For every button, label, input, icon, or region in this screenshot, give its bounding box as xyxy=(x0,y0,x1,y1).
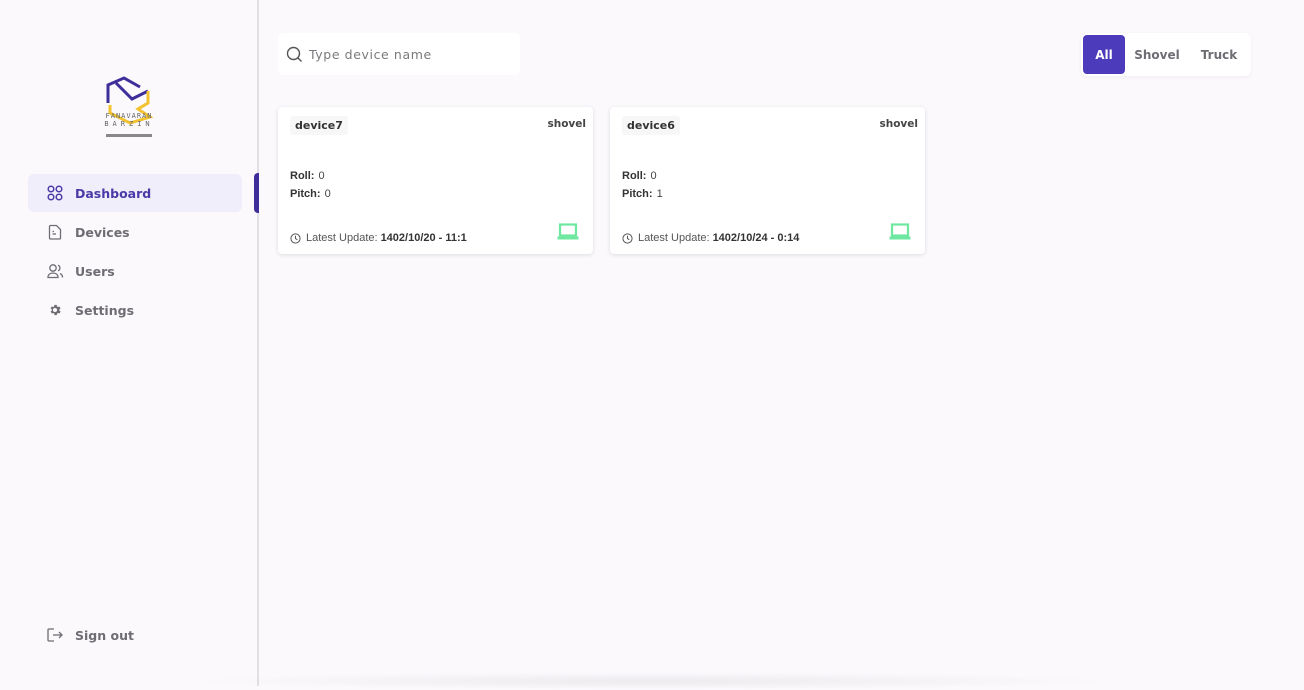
pitch-stat: Pitch: 1 xyxy=(622,188,663,200)
brand-name: FANAVARAN BARZIN xyxy=(104,112,154,128)
update-timestamp: 1402/10/20 - 11:1 xyxy=(380,232,467,244)
clock-icon xyxy=(622,232,633,244)
sign-out-icon xyxy=(46,626,64,644)
brand-line2: BARZIN xyxy=(104,120,154,128)
search-input[interactable] xyxy=(309,46,509,62)
device-card-list: device7 shovel Roll: 0 Pitch: 0 Latest Upd… xyxy=(278,107,925,254)
gear-icon xyxy=(46,301,64,319)
device-type: shovel xyxy=(879,118,918,130)
laptop-icon xyxy=(557,223,579,245)
grid-icon xyxy=(46,184,64,202)
brand-tagline-bar xyxy=(106,134,152,137)
roll-value: 0 xyxy=(318,170,325,182)
device-card[interactable]: device7 shovel Roll: 0 Pitch: 0 Latest Upd… xyxy=(278,107,593,254)
sidebar-item-label: Users xyxy=(75,263,115,279)
roll-stat: Roll: 0 xyxy=(622,170,657,182)
sidebar-item-users[interactable]: Users xyxy=(28,252,242,290)
device-type-filter: All Shovel Truck xyxy=(1081,33,1251,76)
brand-logo-icon xyxy=(106,76,154,125)
sidebar-item-label: Settings xyxy=(75,302,135,318)
roll-label: Roll: xyxy=(622,170,647,182)
roll-stat: Roll: 0 xyxy=(290,170,325,182)
latest-update: Latest Update: 1402/10/24 - 0:14 xyxy=(622,232,799,244)
roll-label: Roll: xyxy=(290,170,315,182)
latest-update: Latest Update: 1402/10/20 - 11:1 xyxy=(290,232,467,244)
filter-all-button[interactable]: All xyxy=(1083,35,1125,74)
pitch-value: 1 xyxy=(656,188,663,200)
sign-out-button[interactable]: Sign out xyxy=(46,624,134,646)
laptop-icon xyxy=(889,223,911,245)
pitch-stat: Pitch: 0 xyxy=(290,188,331,200)
sign-out-label: Sign out xyxy=(75,627,134,643)
document-icon xyxy=(46,223,64,241)
sidebar-item-devices[interactable]: Devices xyxy=(28,213,242,251)
device-card[interactable]: device6 shovel Roll: 0 Pitch: 1 Latest Upd… xyxy=(610,107,925,254)
sidebar-item-label: Devices xyxy=(75,224,130,240)
roll-value: 0 xyxy=(650,170,657,182)
sidebar-item-settings[interactable]: Settings xyxy=(28,291,242,329)
brand-line1: FANAVARAN xyxy=(105,112,153,120)
users-icon xyxy=(46,262,64,280)
sidebar-item-dashboard[interactable]: Dashboard xyxy=(28,174,242,212)
active-nav-indicator xyxy=(254,173,259,213)
clock-icon xyxy=(290,232,301,244)
sidebar-item-label: Dashboard xyxy=(75,185,152,201)
bottom-shadow xyxy=(180,672,1120,690)
pitch-label: Pitch: xyxy=(290,188,321,200)
sidebar: FANAVARAN BARZIN Dashboard Devices Users xyxy=(0,0,259,686)
search-icon xyxy=(286,46,303,63)
pitch-label: Pitch: xyxy=(622,188,653,200)
filter-truck-button[interactable]: Truck xyxy=(1189,35,1249,74)
device-type: shovel xyxy=(547,118,586,130)
device-name: device7 xyxy=(290,116,348,135)
filter-shovel-button[interactable]: Shovel xyxy=(1125,35,1189,74)
device-search[interactable] xyxy=(278,33,520,75)
update-label: Latest Update: xyxy=(306,232,378,244)
pitch-value: 0 xyxy=(324,188,331,200)
sidebar-nav: Dashboard Devices Users Settings xyxy=(28,174,242,330)
update-timestamp: 1402/10/24 - 0:14 xyxy=(712,232,800,244)
device-name: device6 xyxy=(622,116,680,135)
update-label: Latest Update: xyxy=(638,232,710,244)
